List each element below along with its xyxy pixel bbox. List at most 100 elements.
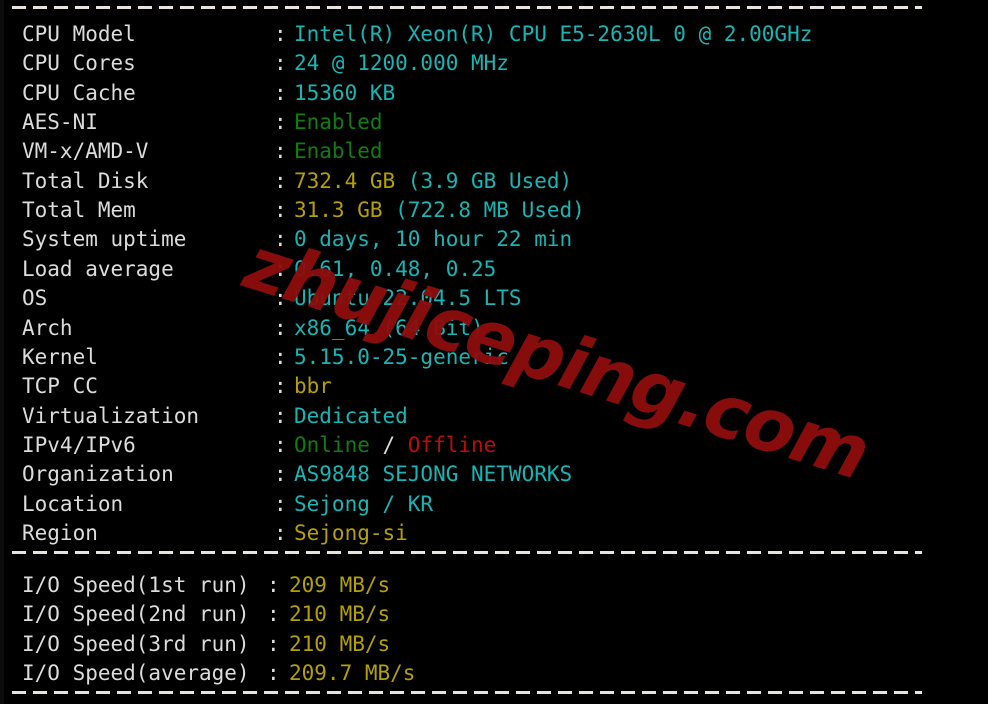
info-row-value: Sejong-si (294, 519, 408, 548)
info-row-colon: : (274, 139, 287, 164)
info-row: VM-x/AMD-V: Enabled (4, 137, 988, 166)
info-row-label: I/O Speed(average) (22, 661, 250, 686)
info-row-value: bbr (294, 372, 332, 401)
info-row: Location: Sejong / KR (4, 490, 988, 519)
info-row-label: CPU Cores (22, 51, 136, 76)
info-row: Region: Sejong-si (4, 519, 988, 548)
info-row-value: Dedicated (294, 402, 408, 431)
info-row-value: 210 MB/s (289, 600, 390, 629)
info-row-colon: : (267, 631, 280, 656)
info-row-value: AS9848 SEJONG NETWORKS (294, 460, 572, 489)
info-row: Kernel:5.15.0-25-generic (4, 343, 988, 372)
info-row-label: Organization (22, 462, 174, 487)
info-row-value: 732.4 GB (3.9 GB Used) (294, 167, 572, 196)
info-row-value: x86_64 (64 Bit) (294, 314, 484, 343)
info-row-colon: : (274, 51, 287, 76)
separator-bottom (12, 691, 922, 694)
info-row-value: 209.7 MB/s (289, 659, 415, 688)
info-row: Organization: AS9848 SEJONG NETWORKS (4, 460, 988, 489)
info-row: Total Disk:732.4 GB (3.9 GB Used) (4, 167, 988, 196)
info-row-label: System uptime (22, 227, 187, 252)
info-row-value-part: (3.9 GB Used) (395, 168, 573, 193)
info-row-value-part: 210 MB/s (289, 631, 391, 656)
info-row-value-part: x86_64 (64 Bit) (294, 315, 484, 340)
info-row-value-part: bbr (294, 374, 332, 399)
info-row-value-part: 209 MB/s (289, 573, 391, 597)
info-row-colon: : (274, 80, 287, 105)
info-row-label: Arch (22, 315, 73, 340)
info-row-label: AES-NI (22, 110, 98, 135)
info-row-value: 5.15.0-25-generic (294, 343, 509, 372)
info-row: OS: Ubuntu 22.04.5 LTS (4, 284, 988, 313)
info-row-colon: : (274, 110, 287, 135)
info-row-label: Total Mem (22, 198, 136, 223)
info-row-value-part: 24 @ 1200.000 MHz (294, 51, 509, 76)
info-row-value: Intel(R) Xeon(R) CPU E5-2630L 0 @ 2.00GH… (294, 20, 812, 49)
info-row-value: Ubuntu 22.04.5 LTS (294, 284, 522, 313)
info-row-colon: : (274, 168, 287, 193)
info-row-value-part: Intel(R) Xeon(R) CPU E5-2630L 0 @ 2.00GH… (294, 22, 813, 46)
info-row-value: 0.61, 0.48, 0.25 (294, 255, 496, 284)
info-row-value: 15360 KB (294, 79, 395, 108)
info-row-label: TCP CC (22, 374, 98, 399)
info-row-value-part: Sejong-si (294, 520, 408, 545)
info-row-value: 31.3 GB (722.8 MB Used) (294, 196, 585, 225)
info-row-value-part: 732.4 GB (294, 168, 396, 193)
info-row-colon: : (274, 198, 287, 223)
info-row: Virtualization: Dedicated (4, 402, 988, 431)
info-row-colon: : (274, 315, 287, 340)
info-row-value-part: (722.8 MB Used) (382, 198, 585, 223)
info-row-label: Location (22, 491, 124, 516)
info-row-value: Enabled (294, 137, 383, 166)
info-row-colon: : (274, 256, 287, 281)
info-row-colon: : (274, 374, 287, 399)
info-row-label: OS (22, 286, 48, 311)
info-row-value: Sejong / KR (294, 490, 433, 519)
info-row-value-part: Ubuntu 22.04.5 LTS (294, 286, 522, 311)
info-row-label: CPU Cache (22, 80, 136, 105)
info-row: I/O Speed(2nd run):210 MB/s (4, 600, 988, 629)
info-row-value-part: Enabled (294, 110, 383, 135)
info-row-colon: : (274, 520, 287, 545)
info-row-label: VM-x/AMD-V (22, 139, 149, 164)
info-row-label: Total Disk (22, 168, 149, 193)
info-row-label: I/O Speed(3rd run) (22, 631, 250, 656)
info-row-value-part: 15360 KB (294, 80, 396, 105)
info-row-colon: : (274, 344, 287, 369)
info-row-colon: : (274, 432, 287, 457)
info-row-value-part: Dedicated (294, 403, 408, 428)
info-row-value-part: 31.3 GB (294, 198, 383, 223)
info-row-colon: : (274, 227, 287, 252)
info-row-value-part: / (369, 432, 408, 457)
info-row-colon: : (267, 602, 280, 627)
info-row: TCP CC: bbr (4, 372, 988, 401)
info-row-label: I/O Speed(1st run) (22, 573, 250, 597)
info-row: System uptime:0 days, 10 hour 22 min (4, 225, 988, 254)
info-row: I/O Speed(average):209.7 MB/s (4, 659, 988, 688)
info-row-value-part: Sejong / KR (294, 491, 434, 516)
info-row-label: IPv4/IPv6 (22, 432, 136, 457)
terminal-output: CPU Model: Intel(R) Xeon(R) CPU E5-2630L … (0, 0, 988, 704)
info-row-value: 210 MB/s (289, 630, 390, 659)
info-row: CPU Model: Intel(R) Xeon(R) CPU E5-2630L … (4, 20, 988, 49)
info-row-value-part: 209.7 MB/s (289, 661, 416, 686)
info-row-label: Load average (22, 256, 174, 281)
info-row-value: 209 MB/s (289, 571, 390, 600)
info-row-value-part: 5.15.0-25-generic (294, 344, 509, 369)
info-row: I/O Speed(3rd run):210 MB/s (4, 630, 988, 659)
info-row: CPU Cores:24 @ 1200.000 MHz (4, 49, 988, 78)
info-row-label: Virtualization (22, 403, 200, 428)
info-row-value: 24 @ 1200.000 MHz (294, 49, 509, 78)
info-row-value: Enabled (294, 108, 383, 137)
info-row: Arch: x86_64 (64 Bit) (4, 314, 988, 343)
info-row-colon: : (274, 403, 287, 428)
separator-middle (12, 551, 922, 554)
info-row-label: CPU Model (22, 22, 136, 46)
info-row-colon: : (267, 661, 280, 686)
info-row-colon: : (267, 573, 280, 597)
info-row-colon: : (274, 491, 287, 516)
info-row-value-part: 0.61, 0.48, 0.25 (294, 256, 497, 281)
separator-top (12, 6, 922, 9)
info-row: Total Mem:31.3 GB (722.8 MB Used) (4, 196, 988, 225)
info-row: AES-NI: Enabled (4, 108, 988, 137)
